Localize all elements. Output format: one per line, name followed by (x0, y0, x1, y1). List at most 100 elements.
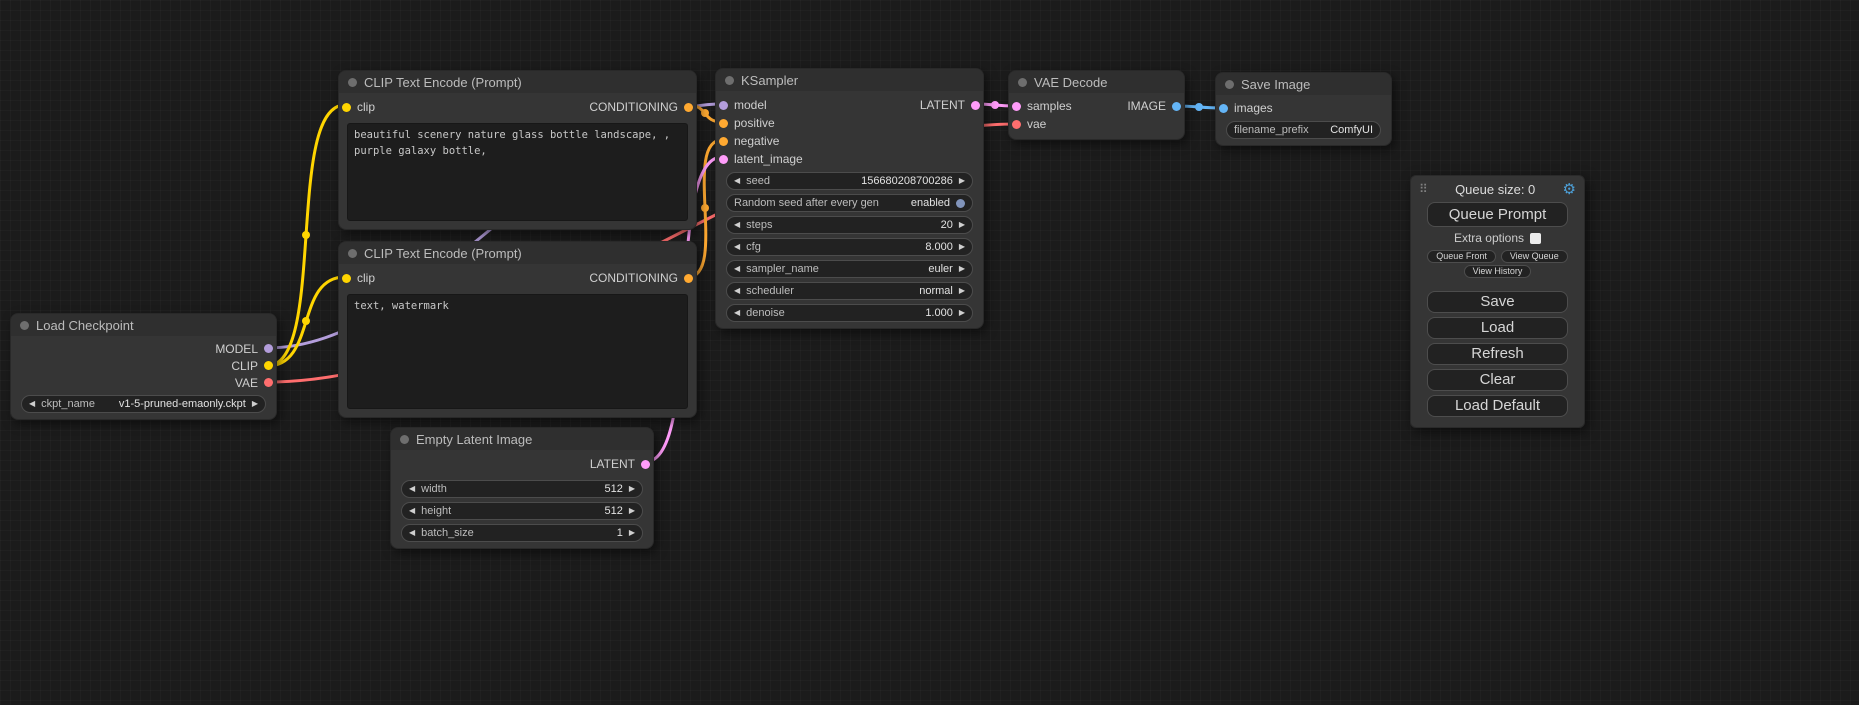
node-clip-text-encode-positive[interactable]: CLIP Text Encode (Prompt) clip CONDITION… (338, 70, 697, 230)
input-slot-latent-image[interactable]: latent_image (716, 152, 803, 166)
output-dot-latent[interactable] (971, 101, 980, 110)
node-clip-text-encode-negative[interactable]: CLIP Text Encode (Prompt) clip CONDITION… (338, 241, 697, 418)
widget-filename-prefix[interactable]: filename_prefix ComfyUI (1226, 121, 1381, 139)
widget-denoise[interactable]: ◀ denoise 1.000 ▶ (726, 304, 973, 322)
extra-options-checkbox[interactable] (1530, 233, 1541, 244)
queue-panel[interactable]: ⠿ Queue size: 0 ⚙ Queue Prompt Extra opt… (1410, 175, 1585, 428)
collapse-dot-icon[interactable] (1018, 78, 1027, 87)
settings-gear-icon[interactable]: ⚙ (1563, 180, 1576, 198)
collapse-dot-icon[interactable] (400, 435, 409, 444)
view-history-button[interactable]: View History (1464, 265, 1532, 278)
widget-steps[interactable]: ◀ steps 20 ▶ (726, 216, 973, 234)
widget-increment-arrow-icon[interactable]: ▶ (629, 485, 635, 493)
widget-batch-size[interactable]: ◀ batch_size 1 ▶ (401, 524, 643, 542)
node-title-bar[interactable]: KSampler (716, 69, 983, 91)
widget-scheduler[interactable]: ◀ scheduler normal ▶ (726, 282, 973, 300)
widget-decrement-arrow-icon[interactable]: ◀ (734, 265, 740, 273)
widget-increment-arrow-icon[interactable]: ▶ (959, 265, 965, 273)
output-dot-latent[interactable] (641, 460, 650, 469)
widget-increment-arrow-icon[interactable]: ▶ (629, 507, 635, 515)
load-default-button[interactable]: Load Default (1427, 395, 1568, 417)
widget-increment-arrow-icon[interactable]: ▶ (629, 529, 635, 537)
output-slot-latent[interactable]: LATENT (590, 457, 653, 471)
widget-decrement-arrow-icon[interactable]: ◀ (409, 507, 415, 515)
output-slot-latent[interactable]: LATENT (920, 98, 983, 112)
widget-height[interactable]: ◀ height 512 ▶ (401, 502, 643, 520)
output-dot-conditioning[interactable] (684, 274, 693, 283)
output-dot-image[interactable] (1172, 102, 1181, 111)
widget-decrement-arrow-icon[interactable]: ◀ (734, 221, 740, 229)
widget-seed[interactable]: ◀ seed 156680208700286 ▶ (726, 172, 973, 190)
widget-increment-arrow-icon[interactable]: ▶ (959, 177, 965, 185)
node-save-image[interactable]: Save Image images filename_prefix ComfyU… (1215, 72, 1392, 146)
refresh-button[interactable]: Refresh (1427, 343, 1568, 365)
input-slot-negative[interactable]: negative (716, 134, 779, 148)
node-graph-canvas[interactable]: Load Checkpoint MODEL CLIP VAE ◀ ckpt_na… (0, 0, 1859, 705)
widget-decrement-arrow-icon[interactable]: ◀ (734, 287, 740, 295)
input-dot-clip[interactable] (342, 274, 351, 283)
input-slot-samples[interactable]: samples (1009, 99, 1072, 113)
output-slot-conditioning[interactable]: CONDITIONING (589, 100, 696, 114)
collapse-dot-icon[interactable] (725, 76, 734, 85)
queue-front-button[interactable]: Queue Front (1427, 250, 1496, 263)
output-dot-conditioning[interactable] (684, 103, 693, 112)
widget-increment-arrow-icon[interactable]: ▶ (252, 400, 258, 408)
input-dot-latent-image[interactable] (719, 155, 728, 164)
node-ksampler[interactable]: KSampler model LATENT positive negative … (715, 68, 984, 329)
node-title-bar[interactable]: Load Checkpoint (11, 314, 276, 336)
input-dot-negative[interactable] (719, 137, 728, 146)
output-slot-clip[interactable]: CLIP (231, 359, 276, 373)
widget-cfg[interactable]: ◀ cfg 8.000 ▶ (726, 238, 973, 256)
node-title-bar[interactable]: CLIP Text Encode (Prompt) (339, 71, 696, 93)
input-slot-positive[interactable]: positive (716, 116, 775, 130)
input-dot-model[interactable] (719, 101, 728, 110)
input-slot-model[interactable]: model (716, 98, 767, 112)
node-title-bar[interactable]: VAE Decode (1009, 71, 1184, 93)
clear-button[interactable]: Clear (1427, 369, 1568, 391)
output-dot-clip[interactable] (264, 361, 273, 370)
node-empty-latent-image[interactable]: Empty Latent Image LATENT ◀ width 512 ▶ … (390, 427, 654, 549)
widget-increment-arrow-icon[interactable]: ▶ (959, 309, 965, 317)
node-vae-decode[interactable]: VAE Decode samples IMAGE vae (1008, 70, 1185, 140)
drag-handle-icon[interactable]: ⠿ (1419, 182, 1428, 196)
output-dot-model[interactable] (264, 344, 273, 353)
input-slot-vae[interactable]: vae (1009, 117, 1046, 131)
widget-random-seed-toggle[interactable]: Random seed after every gen enabled (726, 194, 973, 212)
widget-decrement-arrow-icon[interactable]: ◀ (409, 529, 415, 537)
prompt-textarea[interactable]: beautiful scenery nature glass bottle la… (347, 123, 688, 221)
output-slot-vae[interactable]: VAE (235, 376, 276, 390)
node-title-bar[interactable]: Empty Latent Image (391, 428, 653, 450)
load-button[interactable]: Load (1427, 317, 1568, 339)
widget-sampler-name[interactable]: ◀ sampler_name euler ▶ (726, 260, 973, 278)
output-dot-vae[interactable] (264, 378, 273, 387)
widget-decrement-arrow-icon[interactable]: ◀ (734, 177, 740, 185)
prompt-textarea[interactable]: text, watermark (347, 294, 688, 409)
collapse-dot-icon[interactable] (348, 249, 357, 258)
node-title-bar[interactable]: CLIP Text Encode (Prompt) (339, 242, 696, 264)
output-slot-image[interactable]: IMAGE (1127, 99, 1184, 113)
widget-decrement-arrow-icon[interactable]: ◀ (29, 400, 35, 408)
widget-increment-arrow-icon[interactable]: ▶ (959, 287, 965, 295)
view-queue-button[interactable]: View Queue (1501, 250, 1568, 263)
widget-decrement-arrow-icon[interactable]: ◀ (734, 309, 740, 317)
input-dot-samples[interactable] (1012, 102, 1021, 111)
node-title-bar[interactable]: Save Image (1216, 73, 1391, 95)
input-slot-clip[interactable]: clip (339, 100, 375, 114)
widget-decrement-arrow-icon[interactable]: ◀ (734, 243, 740, 251)
queue-prompt-button[interactable]: Queue Prompt (1427, 202, 1568, 227)
widget-increment-arrow-icon[interactable]: ▶ (959, 221, 965, 229)
input-slot-clip[interactable]: clip (339, 271, 375, 285)
widget-ckpt-name[interactable]: ◀ ckpt_name v1-5-pruned-emaonly.ckpt ▶ (21, 395, 266, 413)
widget-increment-arrow-icon[interactable]: ▶ (959, 243, 965, 251)
output-slot-model[interactable]: MODEL (215, 342, 276, 356)
input-dot-images[interactable] (1219, 104, 1228, 113)
output-slot-conditioning[interactable]: CONDITIONING (589, 271, 696, 285)
widget-decrement-arrow-icon[interactable]: ◀ (409, 485, 415, 493)
collapse-dot-icon[interactable] (348, 78, 357, 87)
collapse-dot-icon[interactable] (20, 321, 29, 330)
input-slot-images[interactable]: images (1216, 101, 1273, 115)
input-dot-clip[interactable] (342, 103, 351, 112)
toggle-on-dot-icon[interactable] (956, 199, 965, 208)
widget-width[interactable]: ◀ width 512 ▶ (401, 480, 643, 498)
input-dot-positive[interactable] (719, 119, 728, 128)
